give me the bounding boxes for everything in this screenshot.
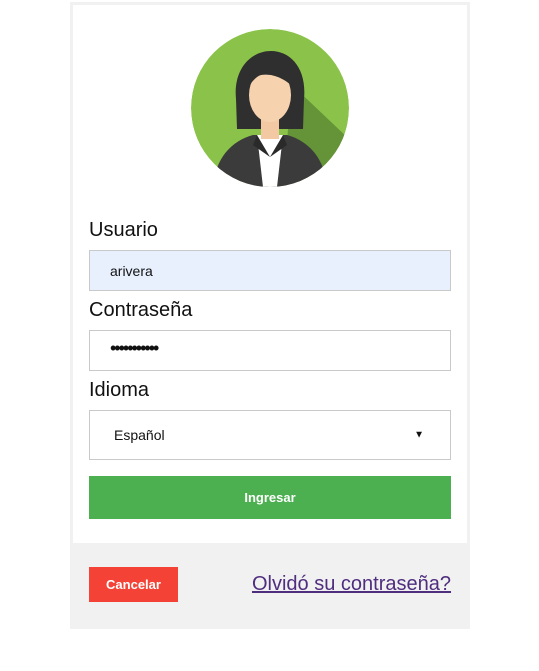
username-value: arivera <box>110 262 153 279</box>
password-input[interactable]: ••••••••••• <box>89 330 451 371</box>
login-button[interactable]: Ingresar <box>89 476 451 519</box>
language-select[interactable]: Español ▼ <box>89 410 451 460</box>
cancel-button[interactable]: Cancelar <box>89 567 178 602</box>
language-selected-value: Español <box>114 427 165 443</box>
password-masked-value: ••••••••••• <box>110 337 159 358</box>
language-label: Idioma <box>89 379 150 401</box>
username-input[interactable]: arivera <box>89 250 451 291</box>
caret-down-icon: ▼ <box>414 429 424 441</box>
username-label: Usuario <box>89 219 158 241</box>
forgot-password-link[interactable]: Olvidó su contraseña? <box>252 573 451 596</box>
user-avatar-icon <box>191 29 349 187</box>
password-label: Contraseña <box>89 299 193 321</box>
